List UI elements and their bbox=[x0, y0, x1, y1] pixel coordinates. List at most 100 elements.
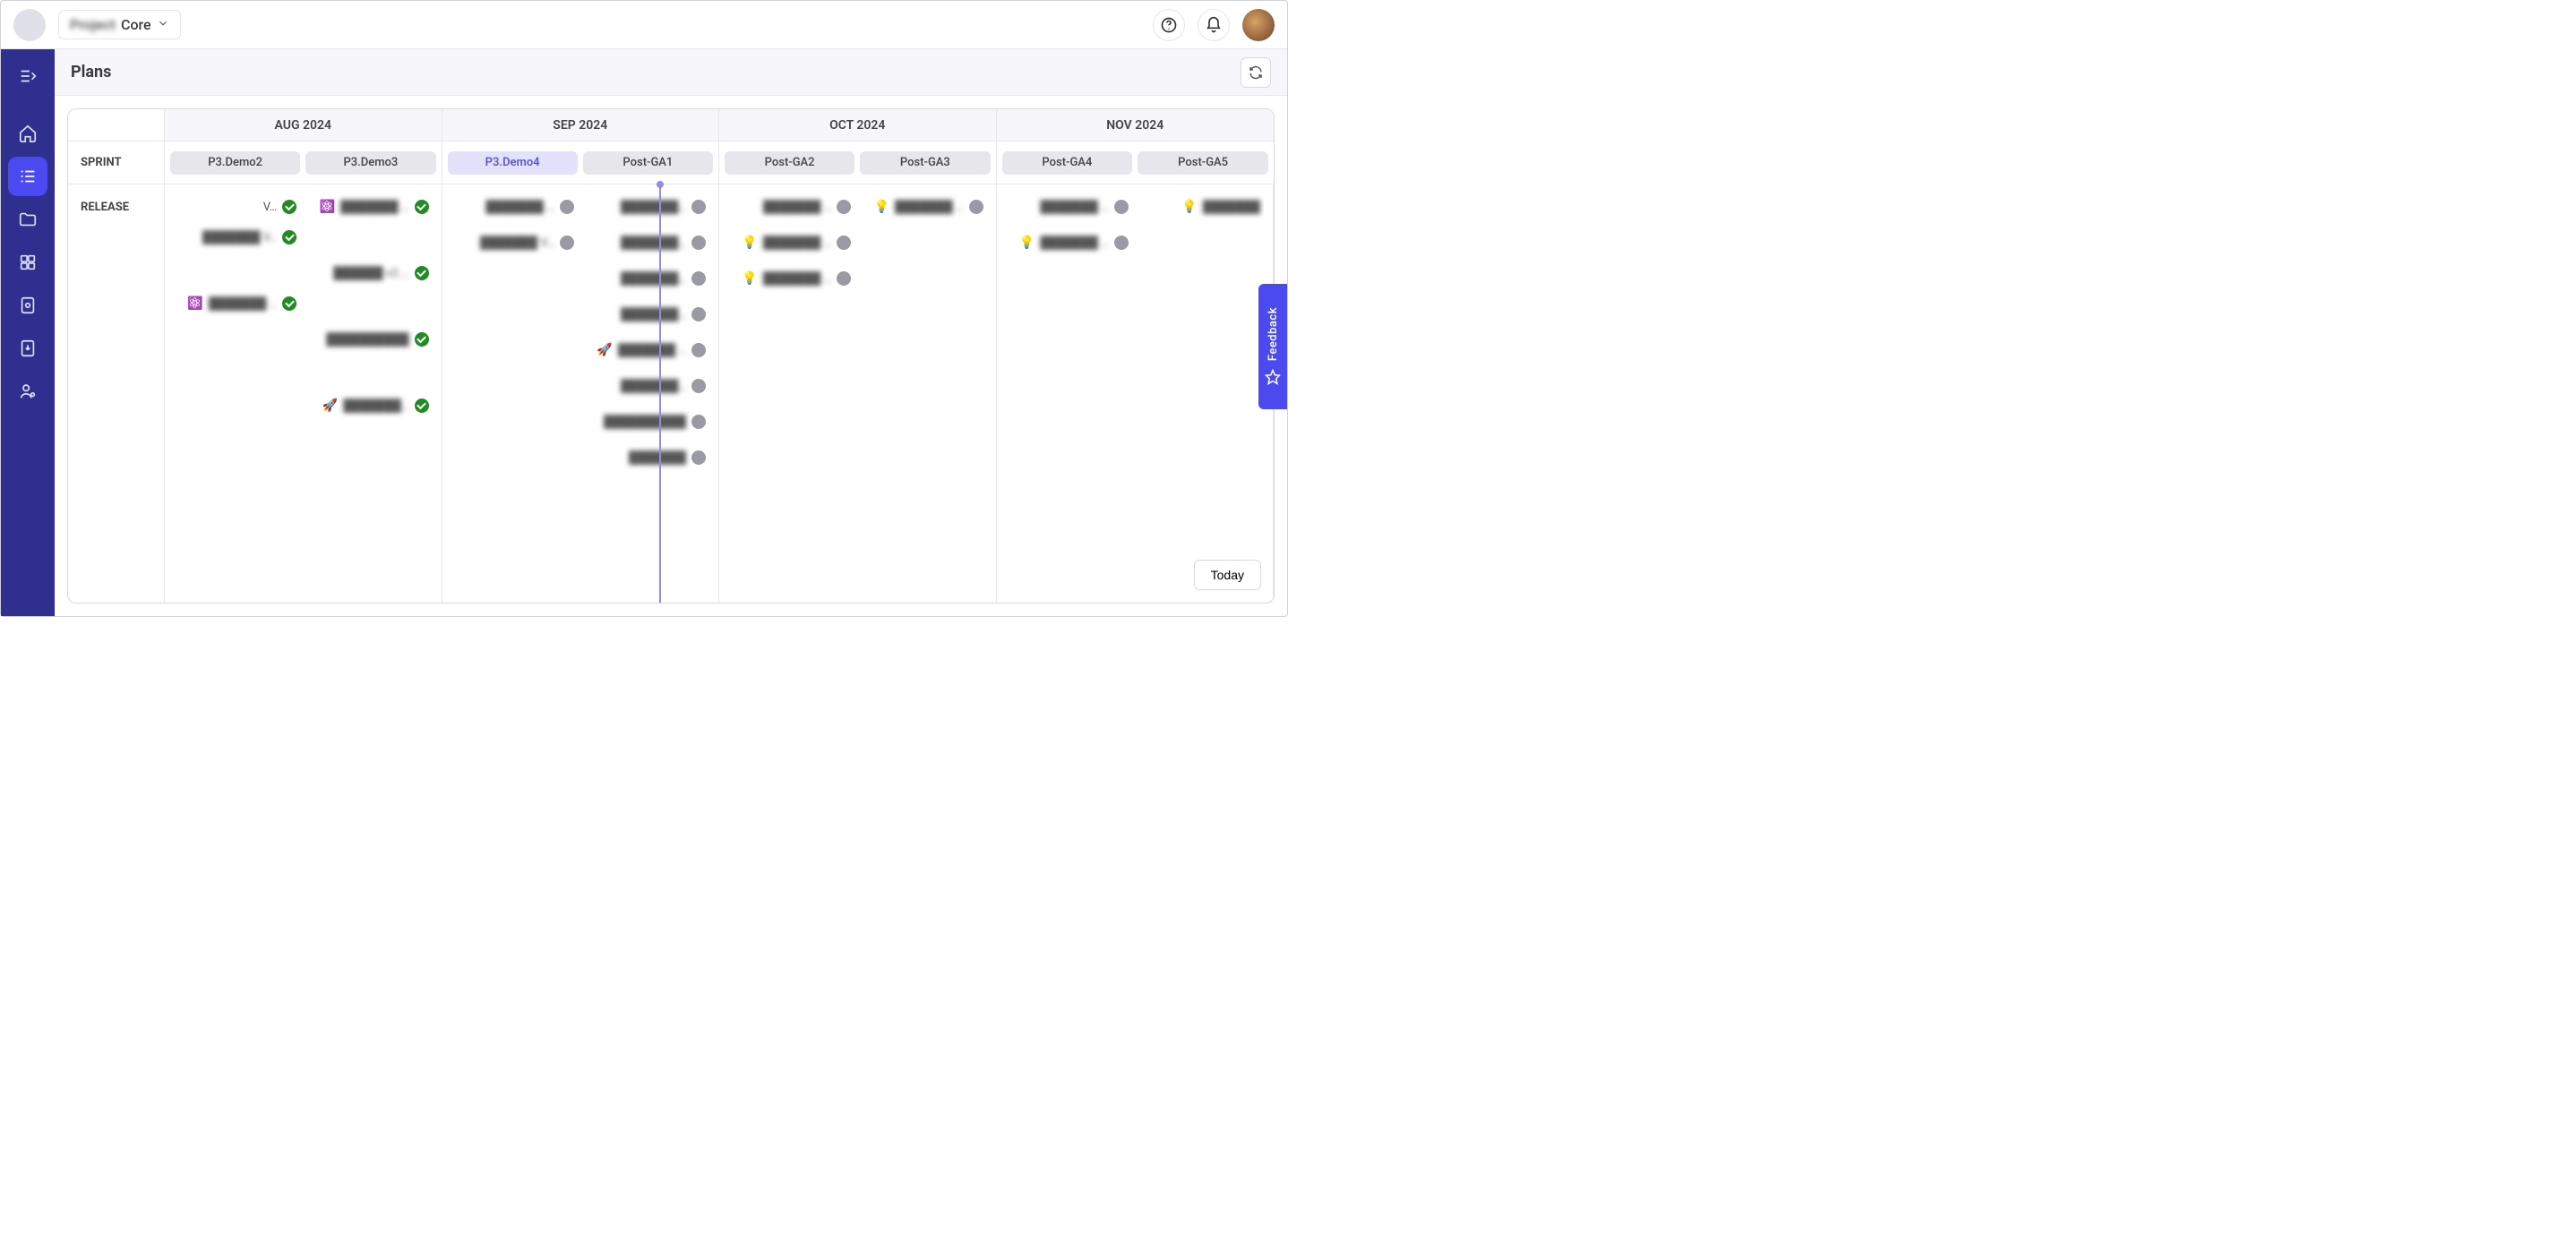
status-done-icon bbox=[415, 200, 429, 214]
release-item[interactable]: 🚀███████… bbox=[305, 390, 432, 421]
status-todo-icon bbox=[691, 200, 706, 214]
status-todo-icon bbox=[691, 450, 706, 465]
release-item-label: ███████ … bbox=[340, 200, 408, 214]
release-item[interactable]: ███████ … bbox=[728, 192, 854, 222]
release-item[interactable]: ███████ bbox=[583, 442, 709, 473]
sprint-chip[interactable]: Post-GA2 bbox=[725, 151, 854, 175]
release-item-label: ███████… bbox=[621, 379, 686, 393]
release-emoji-icon: ⚛️ bbox=[187, 296, 202, 311]
release-emoji-icon: 🚀 bbox=[597, 343, 612, 357]
release-label: RELEASE bbox=[68, 184, 165, 604]
status-todo-icon bbox=[691, 379, 706, 393]
release-item[interactable]: ⚛️███████ … bbox=[174, 288, 300, 319]
release-item-label: ███████… bbox=[621, 236, 686, 250]
status-todo-icon bbox=[969, 200, 983, 214]
release-item-label: ███████… bbox=[621, 307, 686, 321]
sprint-chip[interactable]: P3.Demo3 bbox=[305, 151, 435, 175]
sidebar-item-user-settings[interactable] bbox=[8, 372, 47, 411]
release-emoji-icon: 💡 bbox=[874, 200, 889, 214]
sprint-row: SPRINT P3.Demo2P3.Demo3 P3.Demo4Post-GA1… bbox=[68, 141, 1274, 184]
star-icon bbox=[1265, 369, 1281, 385]
release-item[interactable]: ███████… bbox=[583, 192, 709, 222]
month-header: NOV 2024 bbox=[997, 109, 1275, 141]
release-item-label: V… bbox=[263, 201, 278, 214]
release-item-label: ███████ … bbox=[1040, 236, 1108, 250]
release-item[interactable]: 💡███████ … bbox=[860, 192, 986, 222]
release-item[interactable]: V… bbox=[174, 192, 300, 222]
release-emoji-icon: 💡 bbox=[742, 236, 757, 250]
sidebar-item-download[interactable] bbox=[8, 329, 47, 368]
release-item[interactable]: 🚀███████ … bbox=[583, 335, 709, 365]
sprint-chip[interactable]: P3.Demo2 bbox=[170, 151, 300, 175]
release-section: RELEASE V… ███████ V… ⚛️ ███████ … ⚛️ ███████… bbox=[68, 184, 1274, 603]
status-done-icon bbox=[282, 230, 296, 244]
status-done-icon bbox=[282, 296, 296, 311]
project-name-blurred: Project bbox=[70, 16, 116, 33]
release-item[interactable]: ██████████ bbox=[305, 324, 432, 355]
sprint-chip[interactable]: Post-GA5 bbox=[1138, 151, 1268, 175]
status-todo-icon bbox=[560, 236, 574, 250]
release-item-label: ██████████ bbox=[604, 415, 686, 429]
refresh-button[interactable] bbox=[1241, 57, 1271, 88]
release-item-label: ███████ V… bbox=[202, 230, 277, 244]
release-item[interactable]: ███████… bbox=[583, 227, 709, 258]
sidebar-item-settings-doc[interactable] bbox=[8, 286, 47, 325]
sprint-chip[interactable]: Post-GA1 bbox=[583, 151, 713, 175]
release-item-label: ███████ bbox=[629, 450, 686, 465]
sidebar-item-folders[interactable] bbox=[8, 200, 47, 239]
sprint-chip[interactable]: P3.Demo4 bbox=[448, 151, 578, 175]
release-item-label: ██████ v2.… bbox=[333, 266, 408, 280]
status-done-icon bbox=[415, 332, 429, 347]
release-item[interactable]: ███████… bbox=[583, 263, 709, 294]
status-todo-icon bbox=[837, 236, 851, 250]
notifications-button[interactable] bbox=[1198, 9, 1230, 41]
sidebar-expand[interactable] bbox=[8, 56, 47, 96]
status-todo-icon bbox=[560, 200, 574, 214]
feedback-tab[interactable]: Feedback bbox=[1258, 284, 1287, 409]
release-item[interactable]: 💡 ███████ … bbox=[728, 227, 854, 258]
page-title: Plans bbox=[71, 63, 111, 81]
status-todo-icon bbox=[837, 200, 851, 214]
release-item[interactable]: ███████… bbox=[583, 371, 709, 401]
sidebar-item-modules[interactable] bbox=[8, 243, 47, 282]
release-item[interactable]: ███████ … bbox=[451, 192, 578, 222]
status-todo-icon bbox=[691, 236, 706, 250]
release-emoji-icon: 💡 bbox=[1019, 236, 1035, 250]
release-item-label: ██████████ bbox=[326, 332, 408, 347]
month-header: OCT 2024 bbox=[719, 109, 997, 141]
release-emoji-icon: ⚛️ bbox=[320, 200, 335, 214]
project-name-suffix: Core bbox=[121, 16, 151, 33]
sidebar-item-home[interactable] bbox=[8, 114, 47, 153]
release-item-label: ███████ … bbox=[485, 200, 554, 214]
status-done-icon bbox=[282, 200, 296, 214]
release-item-label: ███████… bbox=[621, 200, 686, 214]
today-button[interactable]: Today bbox=[1194, 560, 1261, 590]
release-item[interactable]: ███████ V… bbox=[174, 222, 300, 253]
release-item[interactable]: ███████ … bbox=[1006, 192, 1132, 222]
help-button[interactable] bbox=[1153, 9, 1185, 41]
release-item-label: ███████… bbox=[621, 271, 686, 286]
release-item[interactable]: 💡███████ bbox=[1138, 192, 1264, 222]
chevron-down-icon bbox=[157, 16, 169, 33]
sprint-chip[interactable]: Post-GA3 bbox=[860, 151, 990, 175]
release-emoji-icon: 🚀 bbox=[322, 398, 338, 413]
release-item[interactable]: ███████ V… bbox=[451, 227, 578, 258]
release-item[interactable]: 💡 ███████ … bbox=[1006, 227, 1132, 258]
user-avatar[interactable] bbox=[1242, 9, 1275, 41]
release-item-label: ███████ … bbox=[763, 236, 831, 250]
topbar: Project Core bbox=[1, 1, 1287, 49]
sprint-chip[interactable]: Post-GA4 bbox=[1002, 151, 1133, 175]
release-item[interactable]: ██████ v2.… bbox=[305, 258, 432, 288]
month-header-row: AUG 2024 SEP 2024 OCT 2024 NOV 2024 bbox=[68, 109, 1274, 141]
release-item[interactable]: 💡███████ … bbox=[728, 263, 854, 294]
status-todo-icon bbox=[1114, 236, 1129, 250]
release-item[interactable]: ███████… bbox=[583, 299, 709, 330]
release-emoji-icon: 💡 bbox=[1181, 200, 1197, 214]
sidebar-item-plans[interactable] bbox=[8, 157, 47, 196]
release-item-label: ███████ … bbox=[763, 200, 831, 214]
release-item[interactable]: ⚛️ ███████ … bbox=[305, 192, 432, 222]
release-item[interactable]: ██████████ bbox=[583, 407, 709, 437]
workspace-avatar[interactable] bbox=[13, 9, 46, 41]
project-selector[interactable]: Project Core bbox=[58, 10, 181, 39]
release-emoji-icon: 💡 bbox=[742, 271, 757, 286]
